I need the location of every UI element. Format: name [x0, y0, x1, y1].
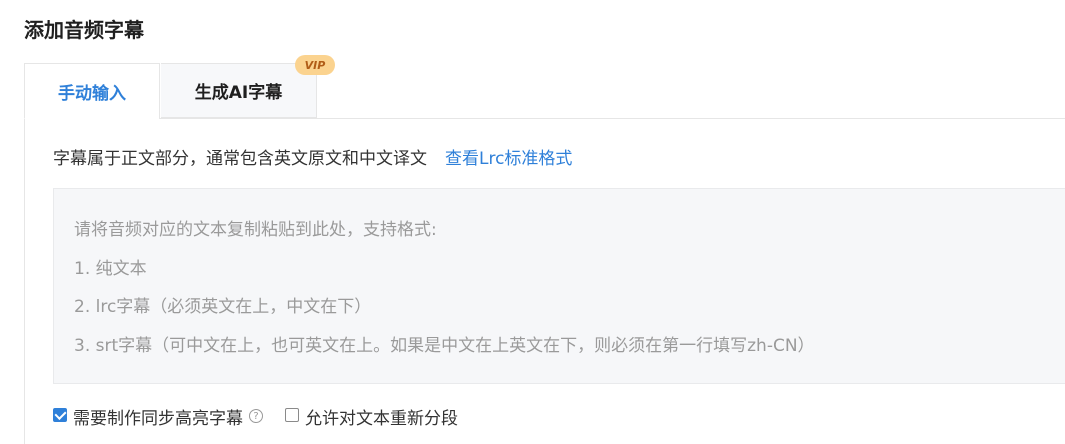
sync-highlight-label: 需要制作同步高亮字幕 — [73, 408, 243, 429]
subtitle-panel: 字幕属于正文部分，通常包含英文原文和中文译文 查看Lrc标准格式 请将音频对应的文… — [24, 119, 1065, 444]
intro-line: 字幕属于正文部分，通常包含英文原文和中文译文 查看Lrc标准格式 — [53, 145, 572, 173]
page-title: 添加音频字幕 — [24, 18, 144, 42]
options-row: 需要制作同步高亮字幕 ? 允许对文本重新分段 — [53, 401, 458, 431]
allow-resegment-option[interactable]: 允许对文本重新分段 — [285, 404, 458, 429]
tab-label: 生成AI字幕 — [194, 83, 283, 103]
lrc-format-link[interactable]: 查看Lrc标准格式 — [445, 149, 572, 169]
tab-bar: 手动输入 生成AI字幕 VIP — [24, 55, 1065, 119]
question-circle-icon[interactable]: ? — [249, 409, 263, 423]
tab-manual-input[interactable]: 手动输入 — [24, 63, 160, 119]
tab-label: 手动输入 — [58, 83, 126, 104]
allow-resegment-checkbox[interactable] — [285, 408, 299, 422]
check-icon — [53, 407, 67, 421]
add-audio-subtitle-page: 添加音频字幕 手动输入 生成AI字幕 VIP 字幕属于正文部分，通常包含英文原文… — [0, 0, 1065, 444]
vip-badge: VIP — [295, 55, 335, 75]
tab-generate-ai-subtitle[interactable]: 生成AI字幕 — [161, 63, 317, 118]
allow-resegment-label: 允许对文本重新分段 — [305, 408, 458, 429]
intro-text: 字幕属于正文部分，通常包含英文原文和中文译文 — [53, 149, 427, 169]
sync-highlight-checkbox[interactable] — [53, 407, 67, 422]
subtitle-textarea[interactable]: 请将音频对应的文本复制粘贴到此处，支持格式: 1. 纯文本 2. lrc字幕（必… — [53, 188, 1065, 384]
sync-highlight-option[interactable]: 需要制作同步高亮字幕 ? — [53, 404, 263, 429]
